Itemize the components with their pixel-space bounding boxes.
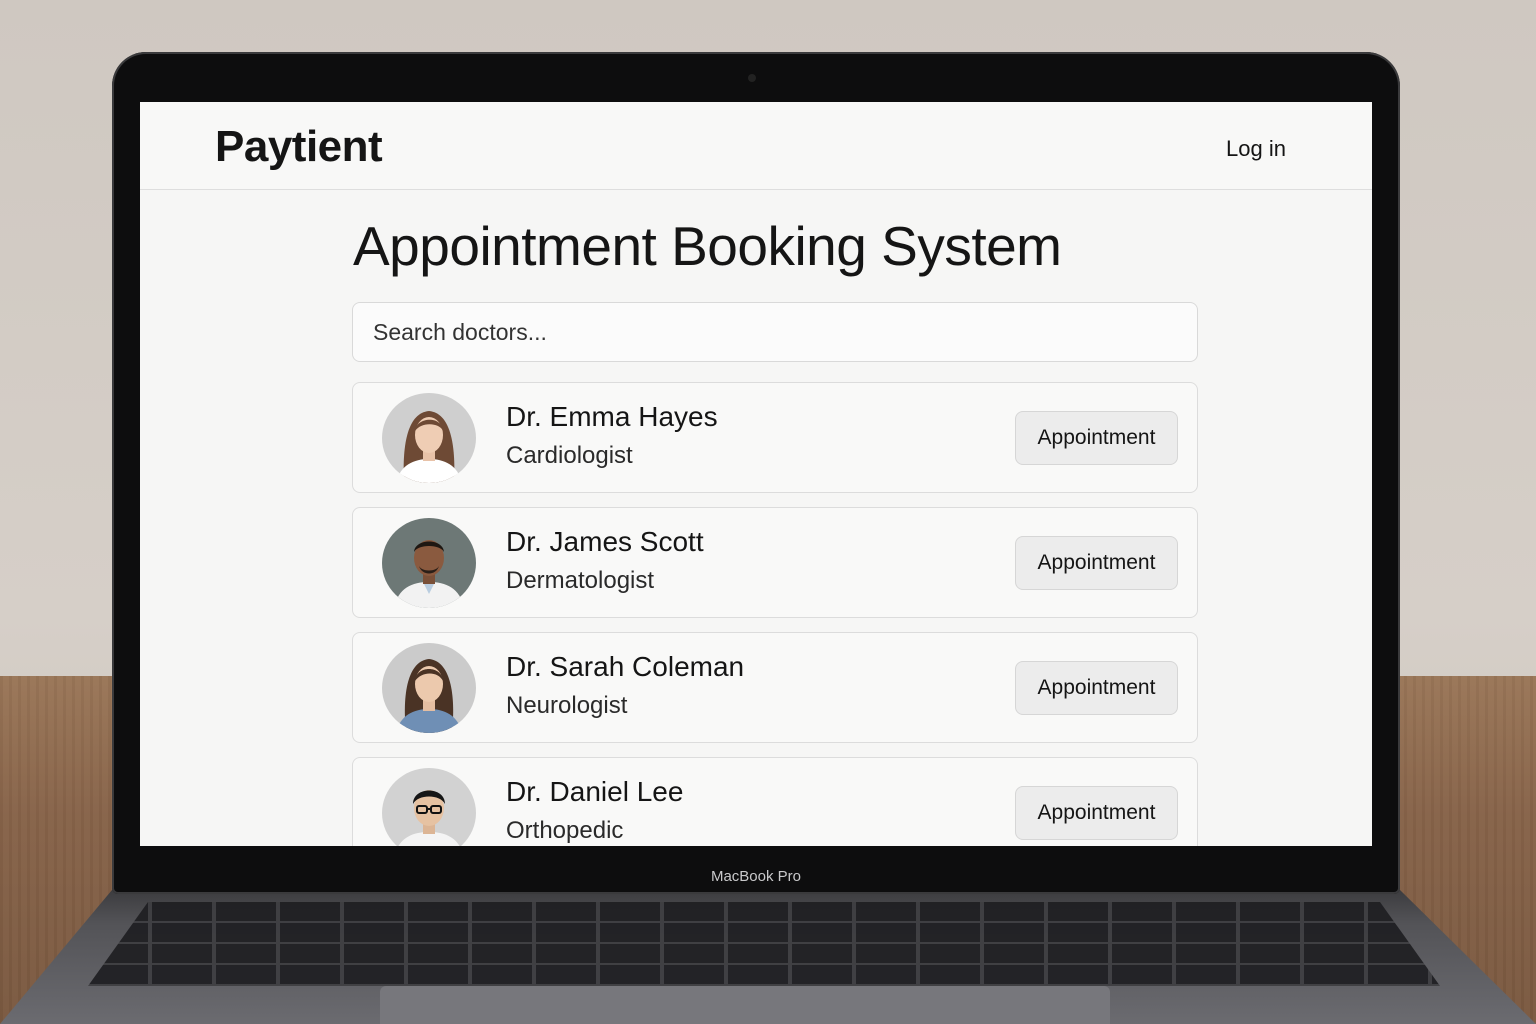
login-link[interactable]: Log in bbox=[1226, 136, 1286, 162]
doctor-specialty: Neurologist bbox=[506, 692, 628, 719]
doctor-name: Dr. Daniel Lee bbox=[506, 776, 684, 807]
doctor-card: Dr. James Scott Dermatologist Appointmen… bbox=[352, 507, 1198, 618]
doctor-specialty: Cardiologist bbox=[506, 442, 633, 469]
doctor-card: Dr. Sarah Coleman Neurologist Appointmen… bbox=[352, 632, 1198, 743]
camera-icon bbox=[748, 74, 756, 82]
doctor-card: Dr. Daniel Lee Orthopedic Appointment bbox=[352, 757, 1198, 846]
page-title: Appointment Booking System bbox=[353, 215, 1062, 277]
doctor-name: Dr. Sarah Coleman bbox=[506, 651, 745, 682]
doctor-list: Dr. Emma Hayes Cardiologist Appointment … bbox=[352, 382, 1198, 846]
doctor-avatar bbox=[382, 393, 476, 483]
appointment-button[interactable]: Appointment bbox=[1015, 786, 1178, 840]
laptop-keyboard bbox=[88, 902, 1440, 986]
app-screen: Paytient Log in Appointment Booking Syst… bbox=[140, 102, 1372, 846]
doctor-specialty: Dermatologist bbox=[506, 567, 655, 594]
doctor-avatar bbox=[382, 768, 476, 846]
device-label: MacBook Pro bbox=[710, 868, 802, 885]
doctor-name: Dr. Emma Hayes bbox=[506, 401, 718, 432]
appointment-button[interactable]: Appointment bbox=[1015, 411, 1178, 465]
doctor-avatar bbox=[382, 518, 476, 608]
doctor-avatar bbox=[382, 643, 476, 733]
laptop-trackpad bbox=[380, 986, 1110, 1024]
appointment-button[interactable]: Appointment bbox=[1015, 661, 1178, 715]
top-navigation-bar: Paytient Log in bbox=[140, 102, 1372, 190]
doctor-name: Dr. James Scott bbox=[506, 526, 704, 557]
search-input[interactable] bbox=[352, 302, 1198, 362]
doctor-card: Dr. Emma Hayes Cardiologist Appointment bbox=[352, 382, 1198, 493]
appointment-button[interactable]: Appointment bbox=[1015, 536, 1178, 590]
doctor-specialty: Orthopedic bbox=[506, 817, 624, 844]
brand-logo[interactable]: Paytient bbox=[215, 122, 383, 172]
